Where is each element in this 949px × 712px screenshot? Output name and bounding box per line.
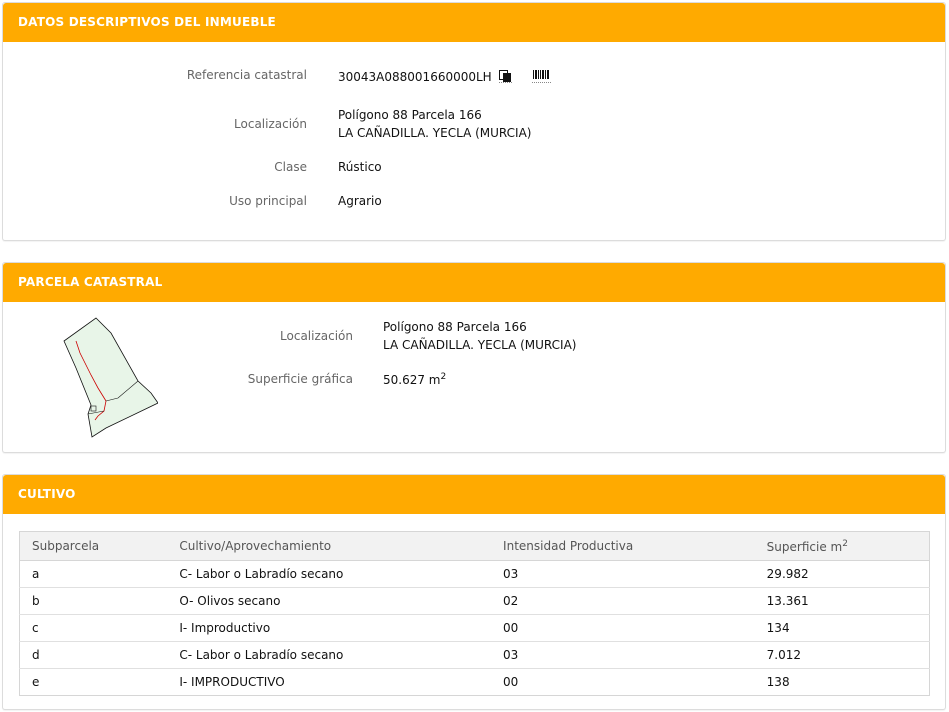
- cell-subparcela: d: [19, 641, 168, 669]
- superficie-number: 50.627 m: [383, 373, 441, 387]
- cell-cultivo: I- Improductivo: [167, 614, 492, 642]
- cell-intensidad: 00: [503, 675, 519, 689]
- ref-value: 30043A088001660000LH: [338, 70, 492, 84]
- cell-superficie: 134: [754, 614, 930, 642]
- cell-cultivo: O- Olivos secano: [167, 587, 492, 615]
- cell-subparcela: c: [19, 614, 168, 642]
- parcela-loc-line1: Polígono 88 Parcela 166: [383, 320, 527, 334]
- loc-line1: Polígono 88 Parcela 166: [338, 108, 482, 122]
- loc-line2: LA CAÑADILLA. YECLA (MURCIA): [338, 126, 532, 140]
- cell-superficie: 7.012: [754, 641, 930, 669]
- cell-cultivo: C- Labor o Labradío secano: [167, 641, 492, 669]
- clase-label: Clase: [274, 160, 307, 174]
- uso-value: Agrario: [338, 194, 382, 208]
- parcela-loc-line2: LA CAÑADILLA. YECLA (MURCIA): [383, 338, 577, 352]
- barcode-icon[interactable]: [532, 69, 553, 86]
- parcela-header: PARCELA CATASTRAL: [3, 263, 945, 302]
- cell-intensidad: 00: [491, 614, 755, 642]
- cell-cultivo: C- Labor o Labradío secano: [167, 560, 492, 588]
- cell-cultivo: I- IMPRODUCTIVO: [179, 675, 285, 689]
- uso-label: Uso principal: [229, 194, 307, 208]
- superficie-value: 50.627 m2: [383, 372, 446, 387]
- col-superficie: Superficie m2: [754, 531, 930, 561]
- cell-superficie: 13.361: [754, 587, 930, 615]
- copy-icon[interactable]: [498, 69, 512, 86]
- parcel-map[interactable]: [58, 313, 159, 438]
- table-row: c I- Improductivo 00 134: [19, 614, 930, 642]
- cell-superficie: 138: [766, 675, 790, 689]
- parcela-panel: PARCELA CATASTRAL Localización Polígono …: [2, 262, 946, 453]
- cell-subparcela: a: [19, 560, 168, 588]
- ref-label: Referencia catastral: [186, 68, 307, 82]
- col-superficie-label: Superficie m: [766, 539, 843, 554]
- loc-label: Localización: [234, 117, 307, 131]
- col-cultivo: Cultivo/Aprovechamiento: [167, 531, 492, 561]
- col-subparcela: Subparcela: [19, 531, 168, 561]
- table-header-row: Subparcela Cultivo/Aprovechamiento Inten…: [19, 531, 930, 561]
- table-row: e I- IMPRODUCTIVO 00 138: [20, 669, 930, 696]
- table-row: a C- Labor o Labradío secano 03 29.982: [19, 560, 930, 588]
- table-row: d C- Labor o Labradío secano 03 7.012: [19, 641, 930, 669]
- cultivo-panel: CULTIVO Subparcela Cultivo/Aprovechamien…: [2, 474, 946, 710]
- ref-value-group: 30043A088001660000LH: [338, 69, 553, 86]
- superficie-exp: 2: [440, 372, 447, 382]
- cell-subparcela: b: [19, 587, 168, 615]
- cell-intensidad: 03: [491, 560, 755, 588]
- clase-value: Rústico: [338, 160, 382, 174]
- datos-panel: DATOS DESCRIPTIVOS DEL INMUEBLE Referenc…: [2, 2, 946, 241]
- parcela-loc-label: Localización: [280, 329, 353, 343]
- cell-superficie: 29.982: [754, 560, 930, 588]
- datos-header: DATOS DESCRIPTIVOS DEL INMUEBLE: [3, 3, 945, 42]
- cell-intensidad: 02: [491, 587, 755, 615]
- table-row: b O- Olivos secano 02 13.361: [19, 587, 930, 615]
- col-superficie-exp: 2: [842, 538, 848, 549]
- cell-intensidad: 03: [491, 641, 755, 669]
- cell-subparcela: e: [32, 675, 40, 689]
- superficie-label: Superficie gráfica: [247, 372, 353, 386]
- col-intensidad: Intensidad Productiva: [491, 531, 755, 561]
- cultivo-header: CULTIVO: [3, 475, 945, 514]
- cultivo-table: Subparcela Cultivo/Aprovechamiento Inten…: [19, 531, 930, 696]
